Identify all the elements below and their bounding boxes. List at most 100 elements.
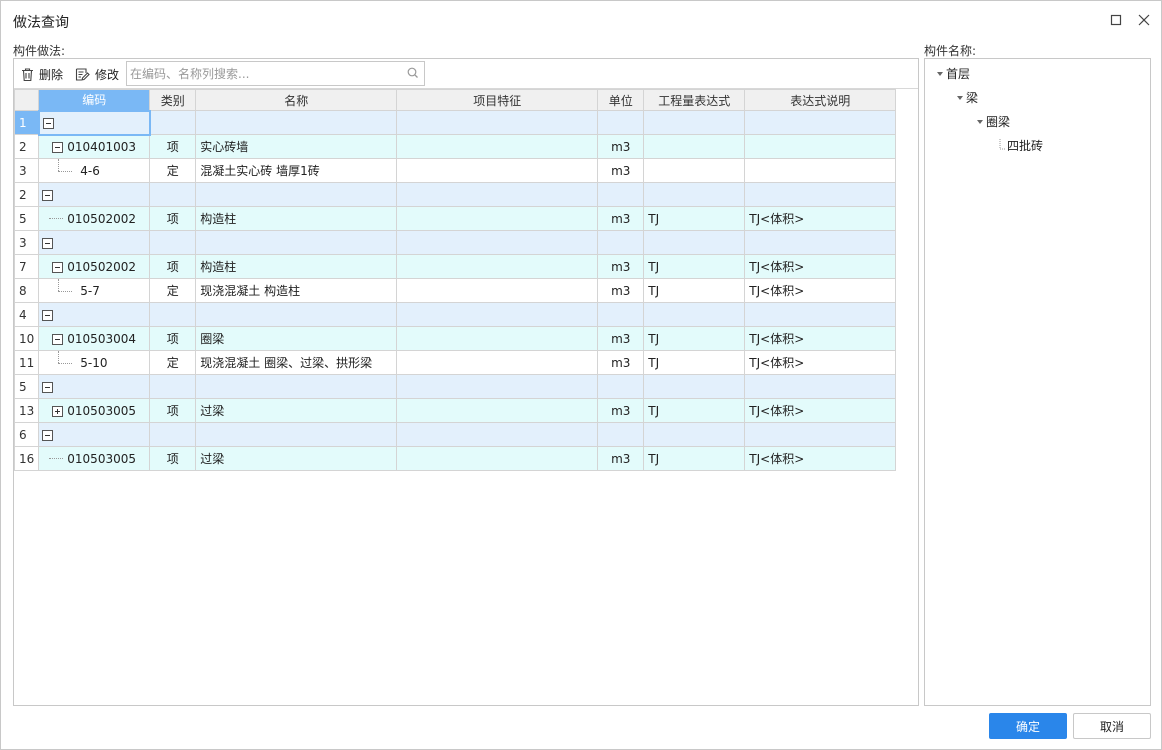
code-cell[interactable]: 5-7 <box>38 278 151 303</box>
expression-desc-cell[interactable] <box>744 422 897 447</box>
type-cell[interactable]: 项 <box>149 206 197 231</box>
feature-cell[interactable] <box>396 134 599 159</box>
feature-cell[interactable] <box>396 206 599 231</box>
expression-cell[interactable]: TJ <box>643 326 746 351</box>
unit-cell[interactable]: m3 <box>597 206 645 231</box>
expression-cell[interactable] <box>643 110 746 135</box>
unit-cell[interactable] <box>597 230 645 255</box>
expression-cell[interactable]: TJ <box>643 398 746 423</box>
expression-desc-cell[interactable]: TJ<体积> <box>744 350 897 375</box>
expression-cell[interactable] <box>643 422 746 447</box>
name-cell[interactable] <box>195 230 398 255</box>
type-cell[interactable]: 项 <box>149 398 197 423</box>
name-cell[interactable]: 圈梁 <box>195 326 398 351</box>
table-row[interactable]: 5 <box>13 374 897 399</box>
maximize-button[interactable] <box>1107 11 1125 29</box>
caret-down-icon[interactable] <box>937 71 943 76</box>
type-cell[interactable]: 定 <box>149 350 197 375</box>
code-cell[interactable]: 5-10 <box>38 350 151 375</box>
name-cell[interactable]: 过梁 <box>195 398 398 423</box>
table-row[interactable]: 2 <box>13 182 897 207</box>
expression-desc-cell[interactable] <box>744 134 897 159</box>
column-header-unit[interactable]: 单位 <box>597 89 645 111</box>
unit-cell[interactable] <box>597 422 645 447</box>
type-cell[interactable]: 项 <box>149 134 197 159</box>
feature-cell[interactable] <box>396 326 599 351</box>
feature-cell[interactable] <box>396 182 599 207</box>
column-header-type[interactable]: 类别 <box>149 89 197 111</box>
code-cell[interactable]: 010502002 <box>38 254 151 279</box>
expand-icon[interactable] <box>52 405 64 417</box>
name-cell[interactable]: 实心砖墙 <box>195 134 398 159</box>
unit-cell[interactable]: m3 <box>597 350 645 375</box>
expression-desc-cell[interactable] <box>744 302 897 327</box>
feature-cell[interactable] <box>396 110 599 135</box>
tree-node[interactable]: 梁 <box>957 89 978 106</box>
feature-cell[interactable] <box>396 446 599 471</box>
table-row[interactable]: 16 010503005 项过梁 m3 TJ TJ<体积> <box>13 446 897 471</box>
search-input[interactable] <box>130 65 400 82</box>
row-number[interactable]: 6 <box>13 422 40 447</box>
code-cell[interactable] <box>38 374 151 399</box>
name-cell[interactable]: 现浇混凝土 圈梁、过梁、拱形梁 <box>195 350 398 375</box>
name-cell[interactable]: 过梁 <box>195 446 398 471</box>
unit-cell[interactable]: m3 <box>597 158 645 183</box>
caret-down-icon[interactable] <box>977 119 983 124</box>
search-icon[interactable] <box>407 67 419 82</box>
table-row[interactable]: 1 <box>13 109 897 136</box>
column-header-expression[interactable]: 工程量表达式 <box>643 89 746 111</box>
expression-desc-cell[interactable]: TJ<体积> <box>744 278 897 303</box>
row-number[interactable]: 11 <box>13 350 40 375</box>
collapse-icon[interactable] <box>42 309 54 321</box>
expression-desc-cell[interactable]: TJ<体积> <box>744 398 897 423</box>
unit-cell[interactable]: m3 <box>597 326 645 351</box>
name-cell[interactable] <box>195 374 398 399</box>
name-cell[interactable]: 构造柱 <box>195 206 398 231</box>
collapse-icon[interactable] <box>52 141 64 153</box>
table-row[interactable]: 5 010502002 项构造柱 m3 TJ TJ<体积> <box>13 206 897 231</box>
unit-cell[interactable] <box>597 374 645 399</box>
type-cell[interactable]: 定 <box>149 278 197 303</box>
row-number[interactable]: 4 <box>13 302 40 327</box>
expression-cell[interactable] <box>643 158 746 183</box>
unit-cell[interactable] <box>597 182 645 207</box>
feature-cell[interactable] <box>396 254 599 279</box>
expression-desc-cell[interactable]: TJ<体积> <box>744 326 897 351</box>
type-cell[interactable] <box>149 374 197 399</box>
table-row[interactable]: 8 5-7 定现浇混凝土 构造柱 m3 TJ TJ<体积> <box>13 278 897 303</box>
unit-cell[interactable] <box>597 302 645 327</box>
row-number[interactable]: 2 <box>13 134 40 159</box>
expression-cell[interactable] <box>643 374 746 399</box>
tree-node[interactable]: 四批砖 <box>1007 137 1043 154</box>
code-cell[interactable]: 010503005 <box>38 398 151 423</box>
unit-cell[interactable] <box>597 110 645 135</box>
expression-cell[interactable]: TJ <box>643 350 746 375</box>
column-header-feature[interactable]: 项目特征 <box>396 89 599 111</box>
search-box[interactable] <box>126 61 425 86</box>
code-cell[interactable] <box>37 109 151 136</box>
table-row[interactable]: 3 4-6 定混凝土实心砖 墙厚1砖 m3 <box>13 158 897 183</box>
feature-cell[interactable] <box>396 230 599 255</box>
feature-cell[interactable] <box>396 374 599 399</box>
code-cell[interactable]: 010503004 <box>38 326 151 351</box>
row-number[interactable]: 3 <box>13 230 40 255</box>
expression-cell[interactable] <box>643 302 746 327</box>
collapse-icon[interactable] <box>42 429 54 441</box>
code-cell[interactable]: 4-6 <box>38 158 151 183</box>
name-cell[interactable] <box>195 182 398 207</box>
row-number[interactable]: 13 <box>13 398 40 423</box>
type-cell[interactable] <box>149 422 197 447</box>
expression-cell[interactable] <box>643 230 746 255</box>
row-number[interactable]: 1 <box>13 110 40 135</box>
table-row[interactable]: 10 010503004 项圈梁 m3 TJ TJ<体积> <box>13 326 897 351</box>
expression-desc-cell[interactable]: TJ<体积> <box>744 254 897 279</box>
row-number[interactable]: 5 <box>13 374 40 399</box>
type-cell[interactable] <box>149 182 197 207</box>
code-cell[interactable] <box>38 230 151 255</box>
row-number[interactable]: 7 <box>13 254 40 279</box>
tree-node[interactable]: 首层 <box>937 65 970 82</box>
type-cell[interactable] <box>149 230 197 255</box>
code-cell[interactable] <box>38 302 151 327</box>
name-cell[interactable] <box>195 422 398 447</box>
code-cell[interactable]: 010502002 <box>38 206 151 231</box>
